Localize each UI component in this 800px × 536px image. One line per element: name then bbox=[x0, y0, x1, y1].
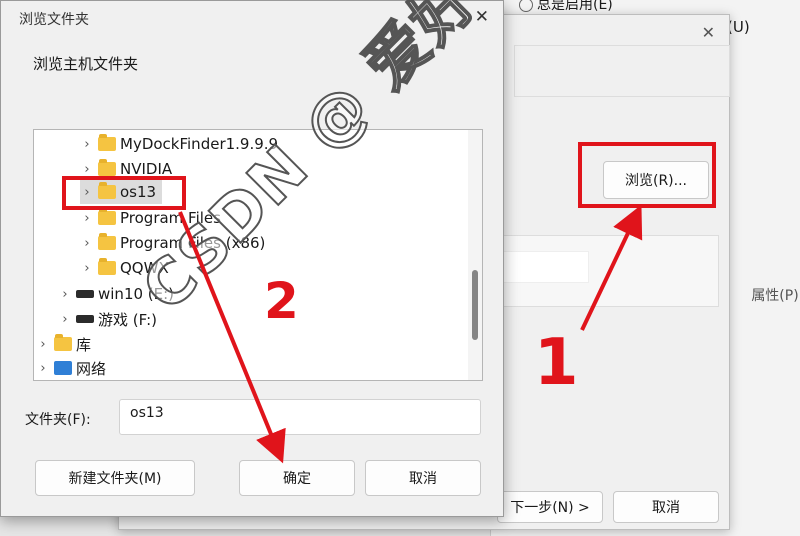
step-marker-2: 2 bbox=[264, 272, 299, 330]
annotation-arrows bbox=[178, 204, 643, 464]
step-marker-1: 1 bbox=[534, 326, 579, 400]
arrow-to-ok bbox=[178, 211, 286, 464]
arrow-to-browse bbox=[580, 204, 643, 331]
